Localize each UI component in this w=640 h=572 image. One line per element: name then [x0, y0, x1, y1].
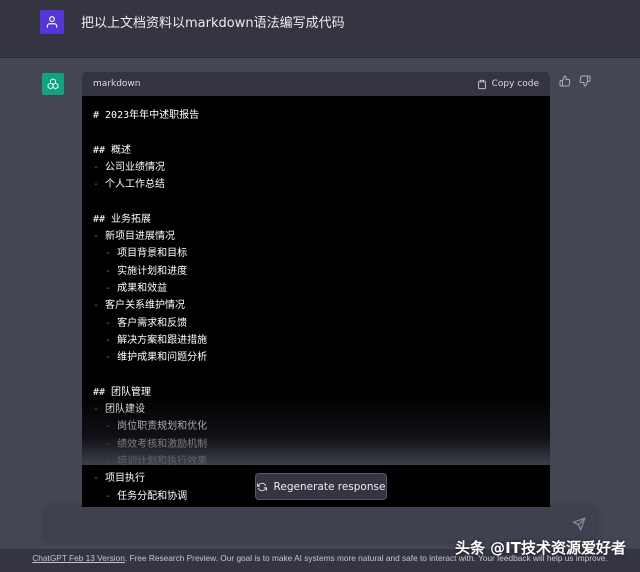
- code-line-text: 解决方案和跟进措施: [117, 334, 208, 346]
- message-composer[interactable]: [45, 507, 596, 541]
- code-line-text: # 2023年年中述职报告: [93, 110, 200, 121]
- code-line-text: 维护成果和问题分析: [117, 352, 208, 364]
- openai-logo-icon: [47, 78, 59, 90]
- code-line: - 项目背景和目标: [93, 245, 539, 262]
- code-line: - 岗位职责规划和优化: [93, 418, 539, 435]
- code-block-header: markdown Copy code: [82, 72, 550, 96]
- regenerate-response-button[interactable]: Regenerate response: [255, 473, 387, 500]
- code-line: - 实施计划和进度: [93, 263, 539, 280]
- person-icon: [46, 16, 58, 28]
- code-line: ## 业务拓展: [93, 211, 539, 228]
- code-line: - 维护成果和问题分析: [93, 349, 539, 366]
- clipboard-icon: [477, 79, 486, 89]
- code-line-text: 岗位职责规划和优化: [117, 421, 208, 433]
- thumbs-down-icon: [579, 75, 591, 87]
- list-bullet-dash: -: [93, 161, 106, 173]
- code-line: # 2023年年中述职报告: [93, 107, 539, 124]
- code-line-text: 公司业绩情况: [105, 161, 166, 173]
- paper-plane-icon[interactable]: [572, 517, 586, 531]
- code-line: - 解决方案和跟进措施: [93, 332, 539, 349]
- code-line-text: 实施计划和进度: [117, 265, 188, 277]
- code-line-text: 客户关系维护情况: [105, 300, 186, 312]
- list-bullet-dash: -: [105, 248, 118, 260]
- code-block: markdown Copy code # 2023年年中述职报告 ## 概述 - 公…: [82, 72, 550, 522]
- code-line-text: 项目执行: [105, 473, 146, 485]
- code-line-text: ## 业务拓展: [93, 213, 152, 225]
- code-line-text: 客户需求和反馈: [117, 317, 188, 329]
- list-bullet-dash: -: [93, 404, 106, 416]
- version-link[interactable]: ChatGPT Feb 13 Version: [32, 553, 125, 563]
- code-line-text: 新项目进展情况: [105, 231, 176, 243]
- code-line: - 个人工作总结: [93, 176, 539, 193]
- code-line: - 成果和效益: [93, 280, 539, 297]
- code-line: ## 概述: [93, 142, 539, 159]
- code-line-text: 团队建设: [105, 404, 146, 416]
- code-line: - 客户需求和反馈: [93, 315, 539, 332]
- code-line-text: ## 概述: [93, 144, 132, 156]
- watermark: 头条 @IT技术资源爱好者: [454, 539, 626, 557]
- list-bullet-dash: -: [93, 473, 106, 485]
- assistant-avatar: [42, 73, 64, 95]
- copy-code-label: Copy code: [491, 79, 539, 89]
- code-content: # 2023年年中述职报告 ## 概述 - 公司业绩情况 - 个人工作总结 ## 业务拓…: [82, 96, 550, 505]
- list-bullet-dash: -: [105, 490, 118, 502]
- copy-code-button[interactable]: Copy code: [477, 79, 539, 90]
- list-bullet-dash: -: [105, 438, 118, 450]
- list-bullet-dash: -: [105, 421, 118, 433]
- code-line: ## 团队管理: [93, 384, 539, 401]
- list-bullet-dash: -: [105, 334, 118, 346]
- code-line: - 团队建设: [93, 401, 539, 418]
- list-bullet-dash: -: [105, 352, 118, 364]
- user-message-text: 把以上文档资料以markdown语法编写成代码: [81, 16, 345, 31]
- thumbs-up-button[interactable]: [558, 74, 572, 88]
- list-bullet-dash: -: [93, 300, 106, 312]
- thumbs-up-icon: [559, 75, 571, 87]
- list-bullet-dash: -: [105, 455, 118, 467]
- list-bullet-dash: -: [93, 231, 106, 243]
- user-message-row: 把以上文档资料以markdown语法编写成代码: [0, 0, 640, 58]
- code-line-text: 绩效考核和激励机制: [117, 438, 208, 450]
- code-line-text: 培训计划和执行效果: [117, 455, 208, 467]
- code-line: - 新项目进展情况: [93, 228, 539, 245]
- code-line-text: 个人工作总结: [105, 179, 166, 191]
- message-input[interactable]: [55, 515, 555, 533]
- code-line-text: ## 团队管理: [93, 386, 152, 398]
- code-line-text: 任务分配和协调: [117, 490, 188, 502]
- list-bullet-dash: -: [93, 179, 106, 191]
- code-line: - 绩效考核和激励机制: [93, 436, 539, 453]
- regenerate-response-label: Regenerate response: [273, 480, 386, 493]
- thumbs-down-button[interactable]: [578, 74, 592, 88]
- code-language-label: markdown: [93, 79, 141, 89]
- code-line-text: 成果和效益: [117, 282, 168, 294]
- list-bullet-dash: -: [105, 317, 118, 329]
- user-avatar: [40, 10, 64, 34]
- refresh-icon: [256, 482, 267, 491]
- code-line: - 培训计划和执行效果: [93, 453, 539, 470]
- code-line: - 客户关系维护情况: [93, 297, 539, 314]
- list-bullet-dash: -: [105, 265, 118, 277]
- code-line: - 公司业绩情况: [93, 159, 539, 176]
- list-bullet-dash: -: [105, 282, 118, 294]
- code-line-text: 项目背景和目标: [117, 248, 188, 260]
